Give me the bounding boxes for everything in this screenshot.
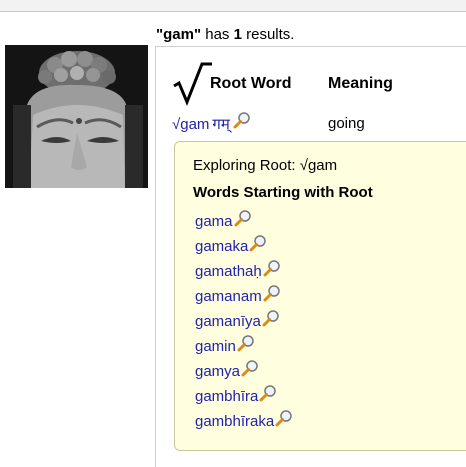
explore-heading: Words Starting with Root — [193, 184, 373, 201]
explore-title: Exploring Root: √gam — [193, 157, 338, 174]
list-item[interactable]: gamya — [195, 359, 293, 384]
list-item[interactable]: gambhīraka — [195, 409, 293, 434]
root-meaning: going — [328, 115, 365, 132]
word-link[interactable]: gamya — [195, 363, 240, 380]
list-item[interactable]: gamaka — [195, 234, 293, 259]
results-text-suffix: results. — [241, 26, 295, 43]
buddha-head-image — [5, 45, 148, 188]
magnifier-icon[interactable] — [263, 284, 281, 302]
magnifier-icon[interactable] — [237, 334, 255, 352]
magnifier-icon[interactable] — [259, 384, 277, 402]
magnifier-icon[interactable] — [262, 309, 280, 327]
result-count-line: "gam" has 1 results. — [156, 26, 294, 44]
root-word-latin[interactable]: √gam — [172, 116, 209, 133]
list-item[interactable]: gamanīya — [195, 309, 293, 334]
magnifier-icon[interactable] — [275, 409, 293, 427]
word-link[interactable]: gama — [195, 213, 233, 230]
results-text-has: has — [201, 26, 234, 43]
list-item[interactable]: gambhīra — [195, 384, 293, 409]
magnifier-icon[interactable] — [233, 111, 251, 129]
word-link[interactable]: gamin — [195, 338, 236, 355]
results-count: 1 — [233, 26, 242, 43]
word-link[interactable]: gambhīra — [195, 388, 258, 405]
word-link[interactable]: gamaka — [195, 238, 248, 255]
list-item[interactable]: gamin — [195, 334, 293, 359]
word-list: gama gamaka gamathaḥ gamanam gamanīya ga… — [195, 209, 293, 434]
radical-sign-icon — [172, 62, 212, 106]
root-word-link[interactable]: √gam गम् — [172, 111, 251, 134]
magnifier-icon[interactable] — [241, 359, 259, 377]
word-link[interactable]: gamathaḥ — [195, 263, 262, 280]
list-item[interactable]: gamathaḥ — [195, 259, 293, 284]
meaning-header: Meaning — [328, 75, 393, 92]
root-word-header: Root Word — [210, 75, 292, 92]
word-link[interactable]: gambhīraka — [195, 413, 274, 430]
magnifier-icon[interactable] — [249, 234, 267, 252]
magnifier-icon[interactable] — [263, 259, 281, 277]
magnifier-icon[interactable] — [234, 209, 252, 227]
browser-top-bar — [0, 0, 466, 12]
list-item[interactable]: gamanam — [195, 284, 293, 309]
root-word-devanagari[interactable]: गम् — [212, 114, 229, 134]
word-link[interactable]: gamanam — [195, 288, 262, 305]
word-link[interactable]: gamanīya — [195, 313, 261, 330]
list-item[interactable]: gama — [195, 209, 293, 234]
search-query: "gam" — [156, 26, 202, 43]
